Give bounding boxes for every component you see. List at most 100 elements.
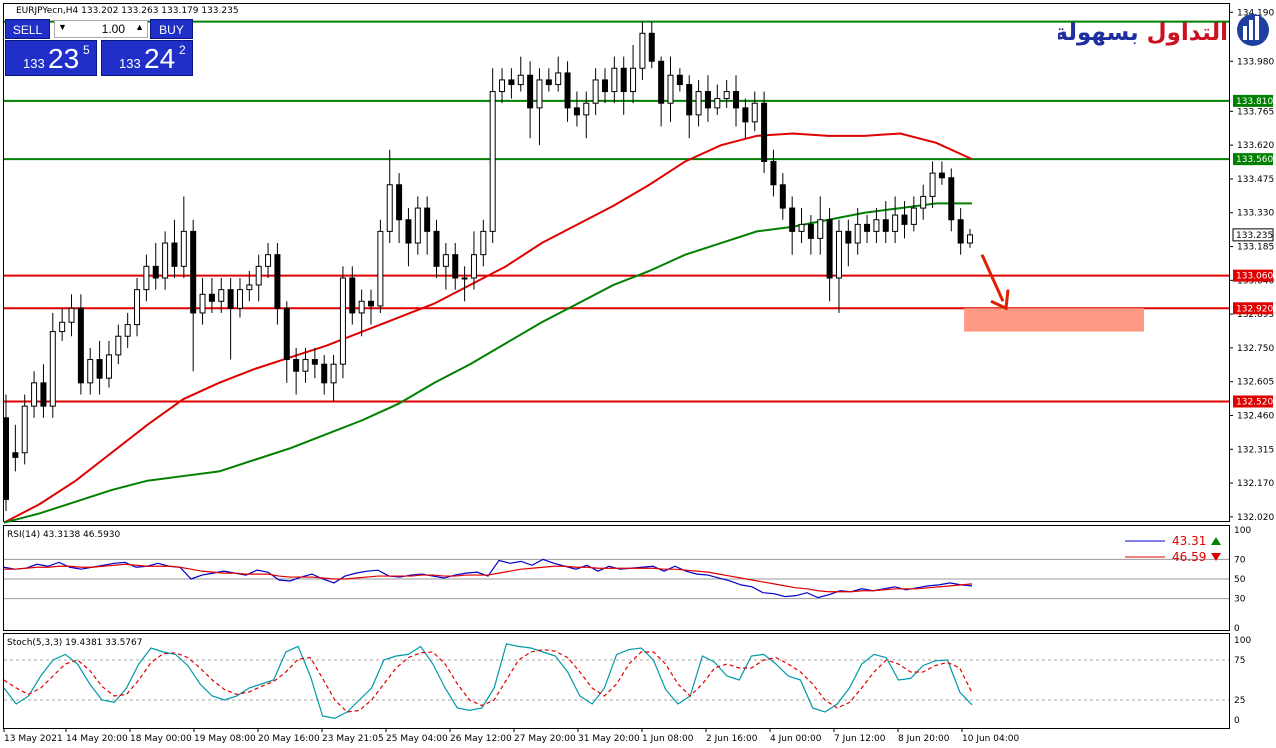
y-tick-label: 132.750 xyxy=(1237,344,1274,354)
candle-body xyxy=(901,214,908,225)
candle-body xyxy=(648,32,655,62)
rsi-legend-value: 46.59 xyxy=(1172,550,1206,564)
candle-body xyxy=(311,359,318,365)
candle-body xyxy=(770,160,777,186)
candle-body xyxy=(920,195,927,209)
candle-body xyxy=(368,300,375,307)
candle-body xyxy=(218,289,225,302)
buy-button[interactable]: BUY xyxy=(150,19,193,39)
candle-body xyxy=(180,230,187,267)
candle-body xyxy=(555,72,562,86)
candle-body xyxy=(489,91,496,232)
candle-body xyxy=(508,79,515,86)
candle-body xyxy=(826,219,833,279)
level-price-text: 133.810 xyxy=(1236,97,1273,107)
sell-price-box[interactable]: 133 23 5 xyxy=(5,40,97,76)
candle-body xyxy=(948,177,955,221)
candle-body xyxy=(124,324,131,337)
candle-body xyxy=(283,307,290,361)
stoch-y-tick-label: 75 xyxy=(1234,656,1245,666)
candle-body xyxy=(639,32,646,69)
candle-body xyxy=(31,382,38,407)
candle-body xyxy=(134,289,141,326)
candle-body xyxy=(358,300,365,314)
candle-body xyxy=(686,84,693,116)
candle-body xyxy=(12,452,19,458)
candle-body xyxy=(545,79,552,86)
candle-body xyxy=(199,293,206,314)
candle-body xyxy=(798,223,805,232)
candle-body xyxy=(564,72,571,109)
buy-price-prefix: 133 xyxy=(119,56,141,71)
candle-body xyxy=(470,254,477,279)
lot-size-field[interactable]: ▼ 1.00 ▲ xyxy=(54,20,148,38)
y-tick-label: 133.765 xyxy=(1237,107,1274,117)
candle-body xyxy=(957,219,964,244)
brand-logo: التداول بسهولة xyxy=(1054,8,1273,52)
stoch-title: Stoch(5,3,3) 19.4381 33.5767 xyxy=(7,638,142,648)
candle-body xyxy=(910,207,917,225)
sell-price-pips: 23 xyxy=(48,43,80,74)
x-tick-label: 25 May 04:00 xyxy=(386,734,448,744)
candle-body xyxy=(658,60,665,104)
rsi-y-tick-label: 50 xyxy=(1234,575,1246,585)
y-tick-label: 133.620 xyxy=(1237,141,1274,151)
logo-graphic: التداول بسهولة xyxy=(1054,14,1269,46)
candle-body xyxy=(882,219,889,232)
y-tick-label: 132.460 xyxy=(1237,411,1274,421)
x-tick-label: 8 Jun 20:00 xyxy=(898,734,950,744)
candle-body xyxy=(480,230,487,256)
candle-body xyxy=(517,74,524,86)
rsi-legend-value: 43.31 xyxy=(1172,534,1206,548)
lot-decrease-icon[interactable]: ▼ xyxy=(58,22,67,32)
sell-price-fraction: 5 xyxy=(83,43,90,57)
rsi-title: RSI(14) 43.3138 46.5930 xyxy=(7,530,121,540)
buy-price-box[interactable]: 133 24 2 xyxy=(101,40,193,76)
candle-body xyxy=(845,230,852,244)
stoch-y-tick-label: 100 xyxy=(1234,636,1251,646)
level-price-text: 132.520 xyxy=(1236,397,1273,407)
candle-body xyxy=(929,172,936,197)
candle-body xyxy=(442,254,449,267)
candle-body xyxy=(433,230,440,267)
stoch-plot-frame xyxy=(3,633,1230,729)
candle-body xyxy=(21,405,28,454)
rsi-y-tick-label: 70 xyxy=(1234,555,1246,565)
candle-body xyxy=(892,214,899,232)
one-click-trade-panel: SELL ▼ 1.00 ▲ BUY 133 23 5 133 24 2 xyxy=(5,19,193,76)
y-tick-label: 133.475 xyxy=(1237,175,1274,185)
candle-body xyxy=(190,230,197,314)
candle-body xyxy=(87,359,94,384)
candle-body xyxy=(779,184,786,209)
lot-increase-icon[interactable]: ▲ xyxy=(135,22,144,32)
candle-body xyxy=(96,359,103,379)
x-tick-label: 13 May 2021 xyxy=(4,734,63,744)
candle-body xyxy=(3,417,9,500)
candle-body xyxy=(414,207,421,244)
y-tick-label: 133.185 xyxy=(1237,243,1274,253)
x-tick-label: 20 May 16:00 xyxy=(258,734,320,744)
candle-body xyxy=(630,67,637,93)
candle-body xyxy=(274,254,281,309)
candle-body xyxy=(967,234,973,244)
sell-button[interactable]: SELL xyxy=(5,19,50,39)
candle-body xyxy=(59,321,66,333)
candle-body xyxy=(40,382,47,407)
candle-body xyxy=(461,277,468,280)
stoch-y-tick-label: 0 xyxy=(1234,716,1240,726)
candle-body xyxy=(396,184,403,221)
x-tick-label: 23 May 21:05 xyxy=(322,734,384,744)
symbol-info: EURJPYecn,H4 133.202 133.263 133.179 133… xyxy=(16,6,239,16)
y-tick-label: 133.980 xyxy=(1237,57,1274,67)
candle-body xyxy=(620,67,627,93)
candle-body xyxy=(611,67,618,93)
candle-body xyxy=(171,242,178,267)
x-tick-label: 4 Jun 00:00 xyxy=(770,734,822,744)
rsi-y-tick-label: 30 xyxy=(1234,595,1246,605)
buy-price-pips: 24 xyxy=(144,43,176,74)
x-tick-label: 1 Jun 08:00 xyxy=(642,734,694,744)
candle-body xyxy=(938,172,945,179)
y-tick-label: 133.330 xyxy=(1237,209,1274,219)
candle-body xyxy=(864,223,871,232)
candle-body xyxy=(77,307,84,384)
